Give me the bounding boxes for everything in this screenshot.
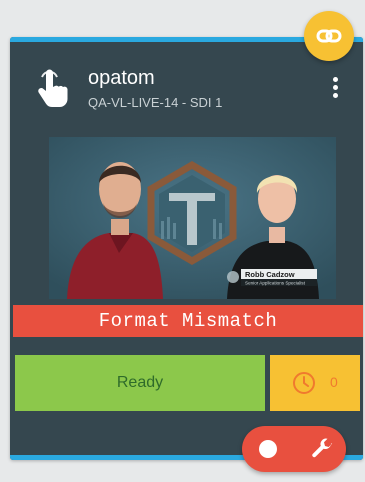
record-icon bbox=[259, 440, 277, 458]
ready-button[interactable]: Ready bbox=[15, 355, 265, 411]
video-frame: Robb Cadzow Senior Applications Speciali… bbox=[49, 137, 336, 299]
timer-count: 0 bbox=[330, 374, 338, 390]
source-subtitle: QA-VL-LIVE-14 - SDI 1 bbox=[88, 95, 223, 110]
source-name: opatom bbox=[88, 67, 155, 89]
action-fab-group bbox=[242, 426, 346, 472]
kebab-menu-icon[interactable] bbox=[328, 75, 344, 101]
clock-icon bbox=[293, 372, 315, 394]
wrench-icon bbox=[312, 438, 333, 458]
hand-pointer-icon bbox=[34, 69, 70, 109]
timer-button[interactable]: 0 bbox=[270, 355, 360, 411]
format-mismatch-banner: Format Mismatch bbox=[13, 305, 363, 337]
record-button[interactable] bbox=[242, 426, 294, 472]
lower-third-title: Senior Applications Specialist bbox=[245, 281, 306, 286]
link-button[interactable] bbox=[304, 11, 354, 61]
source-card: opatom QA-VL-LIVE-14 - SDI 1 Robb Cadzow… bbox=[10, 37, 363, 460]
link-icon bbox=[316, 29, 342, 43]
lower-third-name: Robb Cadzow bbox=[245, 270, 295, 279]
video-preview[interactable]: Robb Cadzow Senior Applications Speciali… bbox=[49, 137, 336, 299]
settings-button[interactable] bbox=[296, 426, 346, 472]
